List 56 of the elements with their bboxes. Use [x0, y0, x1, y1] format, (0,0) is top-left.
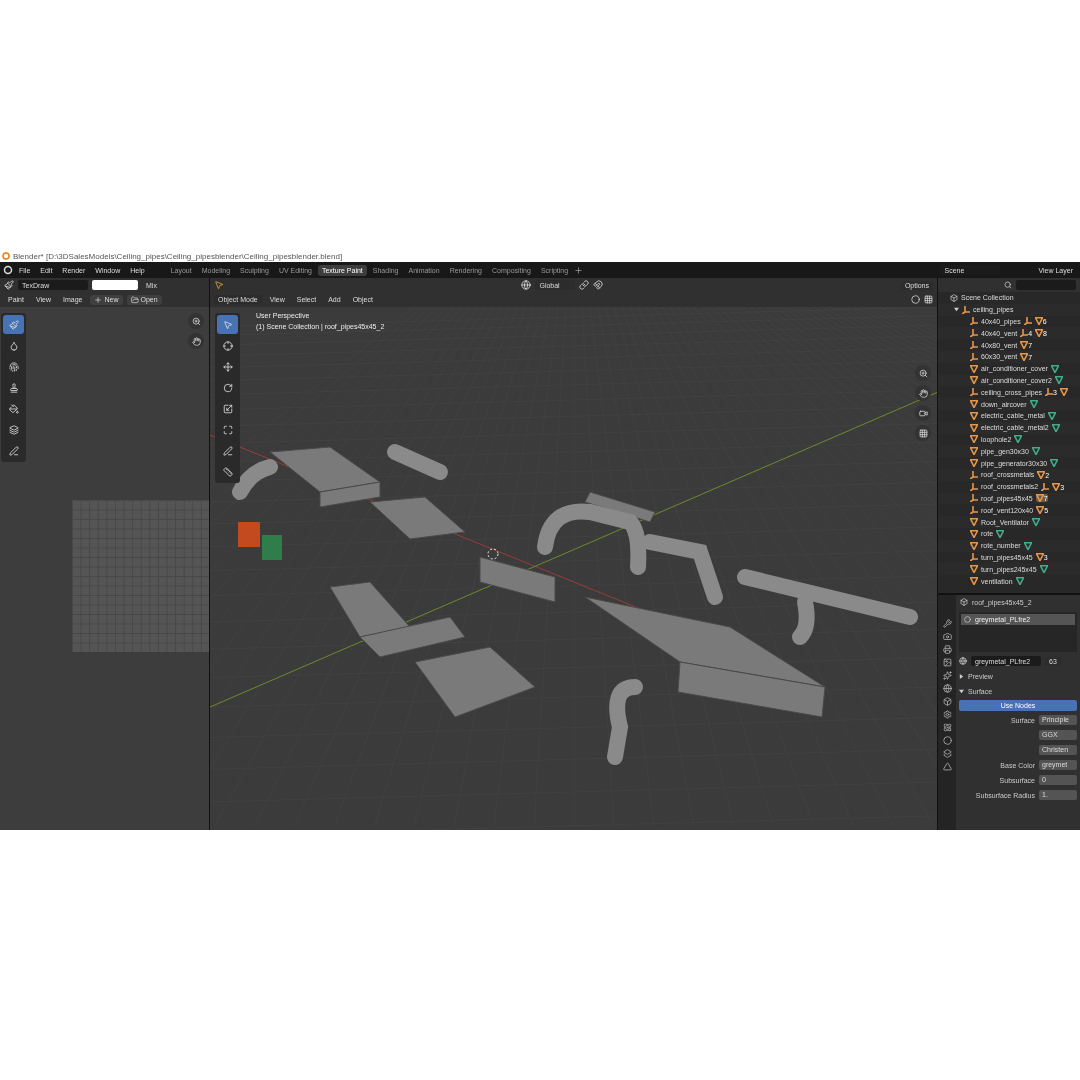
sparkles-icon	[942, 671, 952, 680]
hand-icon	[191, 336, 201, 346]
scale-icon	[222, 403, 233, 414]
atom-icon	[942, 723, 952, 732]
camera-icon	[918, 408, 928, 418]
grid-icon	[924, 295, 933, 304]
pan-button[interactable]	[188, 333, 204, 349]
magnet-icon	[593, 280, 604, 290]
droplet-icon	[8, 340, 19, 351]
cube-icon	[960, 598, 968, 606]
fingerprint-icon	[8, 361, 19, 372]
rotate-icon	[222, 382, 233, 393]
zoom-icon	[191, 316, 201, 326]
paintbrush-icon	[4, 280, 14, 290]
pen-icon	[8, 445, 19, 456]
move-icon	[222, 361, 233, 372]
caret-icon[interactable]	[959, 688, 964, 694]
caret-icon[interactable]	[959, 673, 964, 679]
paintbrush-icon	[8, 319, 19, 330]
pen-icon	[222, 445, 233, 456]
caret-icon[interactable]	[954, 307, 959, 313]
plus-icon	[574, 265, 584, 275]
image-icon	[942, 658, 952, 667]
triangle-icon	[942, 762, 952, 771]
camera-icon	[942, 632, 952, 641]
paint-bucket-icon	[8, 403, 19, 414]
gear-icon	[942, 710, 952, 719]
triangle-icon	[1015, 577, 1024, 585]
tool-button[interactable]	[3, 315, 24, 334]
circle-icon	[942, 736, 952, 745]
printer-icon	[942, 645, 952, 654]
plus-icon	[94, 295, 103, 304]
circle-icon	[911, 295, 920, 304]
layers-icon	[942, 749, 952, 758]
ruler-icon	[222, 466, 233, 477]
cursor-arrow-icon	[214, 280, 224, 290]
cursor-arrow-icon	[222, 319, 233, 330]
search-icon	[1004, 281, 1012, 289]
zoom-button[interactable]	[188, 313, 204, 329]
transform-icon	[222, 424, 233, 435]
layers-icon	[8, 424, 19, 435]
link-icon	[579, 280, 590, 290]
globe-icon	[942, 684, 952, 693]
tool-button[interactable]	[217, 315, 238, 334]
color-swatch[interactable]	[92, 280, 138, 290]
folder-icon	[130, 295, 139, 304]
zoom-icon	[918, 368, 928, 378]
mesh-badge[interactable]	[1060, 388, 1068, 397]
grid-icon	[918, 428, 928, 438]
triangle-icon	[996, 529, 1005, 538]
hand-icon	[918, 388, 928, 398]
crosshair-icon	[222, 340, 233, 351]
cube-icon	[942, 697, 952, 706]
stamp-icon	[8, 382, 19, 393]
window-title: Blender* [D:\3DSalesModels\Ceiling_pipes\Ceiling_pipesblender\Ceiling_pipesblender.blend]	[13, 251, 343, 261]
wrench-icon	[942, 619, 952, 628]
